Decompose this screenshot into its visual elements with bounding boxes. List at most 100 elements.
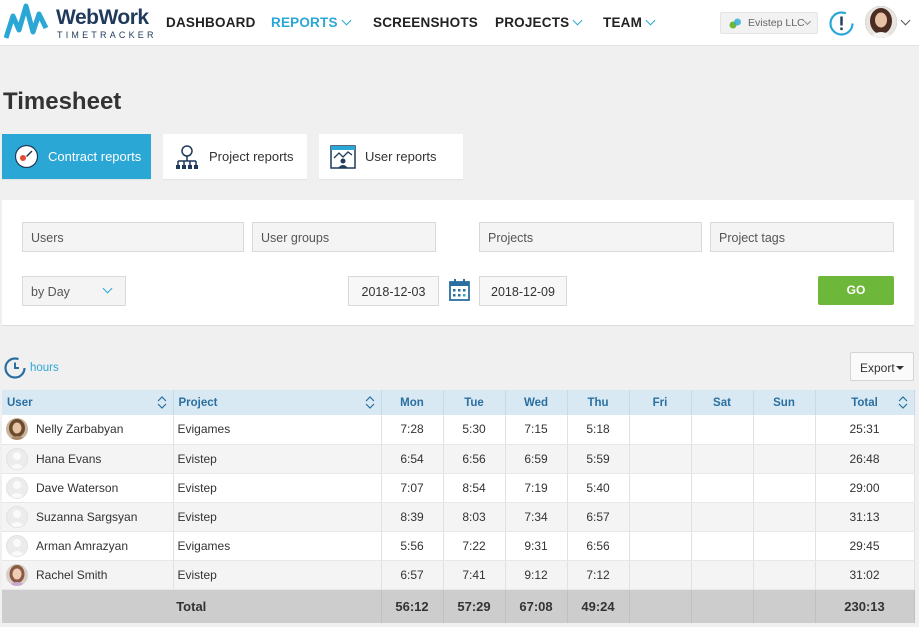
company-name: Evistep LLC xyxy=(748,17,805,29)
cell-project: Evistep xyxy=(173,444,382,474)
tab-contract-label: Contract reports xyxy=(48,149,142,164)
table-row: Rachel Smith Evistep 6:57 7:41 9:12 7:12… xyxy=(2,560,915,590)
user-name: Dave Waterson xyxy=(36,480,119,495)
table-row: Arman Amrazyan Evigames 5:56 7:22 9:31 6… xyxy=(2,531,915,561)
table-header-row: User Project Mon Tue Wed Thu Fri Sat Sun… xyxy=(2,390,915,415)
cell-total: 26:48 xyxy=(815,444,915,474)
cell-total: 29:00 xyxy=(815,473,915,503)
user-name: Hana Evans xyxy=(36,451,102,466)
col-header-mon: Mon xyxy=(381,390,444,415)
user-name: Arman Amrazyan xyxy=(36,538,129,553)
users-select[interactable]: Users xyxy=(22,222,244,252)
nav-reports[interactable]: REPORTS xyxy=(271,15,352,30)
nav-projects[interactable]: PROJECTS xyxy=(495,15,583,30)
projects-select[interactable]: Projects xyxy=(479,222,702,252)
logo-text: WebWork xyxy=(56,6,149,29)
cell-total: 29:45 xyxy=(815,531,915,561)
chevron-down-icon[interactable] xyxy=(900,15,911,26)
nav-dashboard[interactable]: DASHBOARD xyxy=(166,15,256,30)
col-header-sun: Sun xyxy=(753,390,816,415)
cell-user[interactable]: Suzanna Sargsyan xyxy=(2,502,174,532)
tab-project-label: Project reports xyxy=(209,149,294,164)
person-silhouette-icon xyxy=(9,538,25,556)
cell-total: 31:13 xyxy=(815,502,915,532)
avatar-placeholder-icon xyxy=(6,447,28,470)
user-avatar xyxy=(6,563,28,586)
cell-user[interactable]: Dave Waterson xyxy=(2,473,174,503)
group-by-select[interactable]: by Day xyxy=(22,276,126,306)
user-name: Suzanna Sargsyan xyxy=(36,509,138,524)
avatar-placeholder-icon xyxy=(6,505,28,528)
sort-icon xyxy=(157,396,166,409)
col-header-total[interactable]: Total xyxy=(815,390,915,415)
cell-mon: 6:54 xyxy=(381,444,444,474)
cell-tue: 7:41 xyxy=(443,560,506,590)
cell-fri xyxy=(629,473,692,503)
cell-sun xyxy=(753,415,816,445)
project-tags-select[interactable]: Project tags xyxy=(710,222,894,252)
cell-user[interactable]: Rachel Smith xyxy=(2,560,174,590)
date-from-input[interactable]: 2018-12-03 xyxy=(348,276,439,306)
hours-toggle[interactable]: hours xyxy=(30,362,59,374)
company-selector[interactable]: Evistep LLC xyxy=(720,12,818,34)
calendar-icon[interactable] xyxy=(449,279,470,301)
date-to-input[interactable]: 2018-12-09 xyxy=(479,276,567,306)
user-name: Nelly Zarbabyan xyxy=(36,422,124,437)
cell-mon: 5:56 xyxy=(381,531,444,561)
cell-thu: 6:56 xyxy=(567,531,630,561)
cell-thu: 7:12 xyxy=(567,560,630,590)
cell-user[interactable]: Hana Evans xyxy=(2,444,174,474)
totals-label: Total xyxy=(2,589,382,623)
cell-wed: 7:19 xyxy=(505,473,568,503)
tab-contract-reports[interactable]: Contract reports xyxy=(2,134,151,179)
cell-tue: 6:56 xyxy=(443,444,506,474)
cell-project: Evistep xyxy=(173,560,382,590)
nav-team[interactable]: TEAM xyxy=(603,15,656,30)
logo-subtext: TIMETRACKER xyxy=(57,30,157,40)
nav-screenshots[interactable]: SCREENSHOTS xyxy=(373,15,478,30)
cell-user[interactable]: Arman Amrazyan xyxy=(2,531,174,561)
alert-timer-icon[interactable] xyxy=(828,10,855,37)
cell-fri xyxy=(629,560,692,590)
contract-report-icon xyxy=(14,144,39,169)
cell-total: 25:31 xyxy=(815,415,915,445)
cell-sat xyxy=(691,415,754,445)
cell-total: 31:02 xyxy=(815,560,915,590)
cell-thu: 5:40 xyxy=(567,473,630,503)
cell-wed: 9:31 xyxy=(505,531,568,561)
cell-project: Evigames xyxy=(173,415,382,445)
cell-project: Evistep xyxy=(173,502,382,532)
cell-sun xyxy=(753,444,816,474)
chevron-down-icon xyxy=(341,15,352,26)
cell-tue: 5:30 xyxy=(443,415,506,445)
cell-wed: 9:12 xyxy=(505,560,568,590)
user-avatar[interactable] xyxy=(865,6,897,38)
table-row: Nelly Zarbabyan Evigames 7:28 5:30 7:15 … xyxy=(2,415,915,445)
tab-user-reports[interactable]: User reports xyxy=(319,134,463,179)
user-chart-icon xyxy=(330,145,356,169)
caret-down-icon xyxy=(896,366,904,370)
export-button[interactable]: Export xyxy=(850,352,914,381)
col-header-project[interactable]: Project xyxy=(173,390,382,415)
col-header-user[interactable]: User xyxy=(2,390,174,415)
tab-project-reports[interactable]: Project reports xyxy=(163,134,307,179)
go-button[interactable]: GO xyxy=(818,276,894,305)
total-wed: 67:08 xyxy=(505,589,568,623)
cell-project: Evigames xyxy=(173,531,382,561)
cell-fri xyxy=(629,502,692,532)
cell-fri xyxy=(629,531,692,561)
avatar-portrait-icon xyxy=(865,6,897,38)
total-tue: 57:29 xyxy=(443,589,506,623)
col-header-fri: Fri xyxy=(629,390,692,415)
clock-icon[interactable] xyxy=(3,356,27,380)
webwork-logo[interactable]: WebWork TIMETRACKER xyxy=(4,2,154,42)
table-row: Dave Waterson Evistep 7:07 8:54 7:19 5:4… xyxy=(2,473,915,503)
tab-user-label: User reports xyxy=(365,149,437,164)
cell-user[interactable]: Nelly Zarbabyan xyxy=(2,415,174,445)
cell-thu: 6:57 xyxy=(567,502,630,532)
user-groups-select[interactable]: User groups xyxy=(252,222,436,252)
chevron-down-icon xyxy=(102,283,113,294)
cell-sat xyxy=(691,560,754,590)
total-sat xyxy=(691,589,754,623)
total-fri xyxy=(629,589,692,623)
